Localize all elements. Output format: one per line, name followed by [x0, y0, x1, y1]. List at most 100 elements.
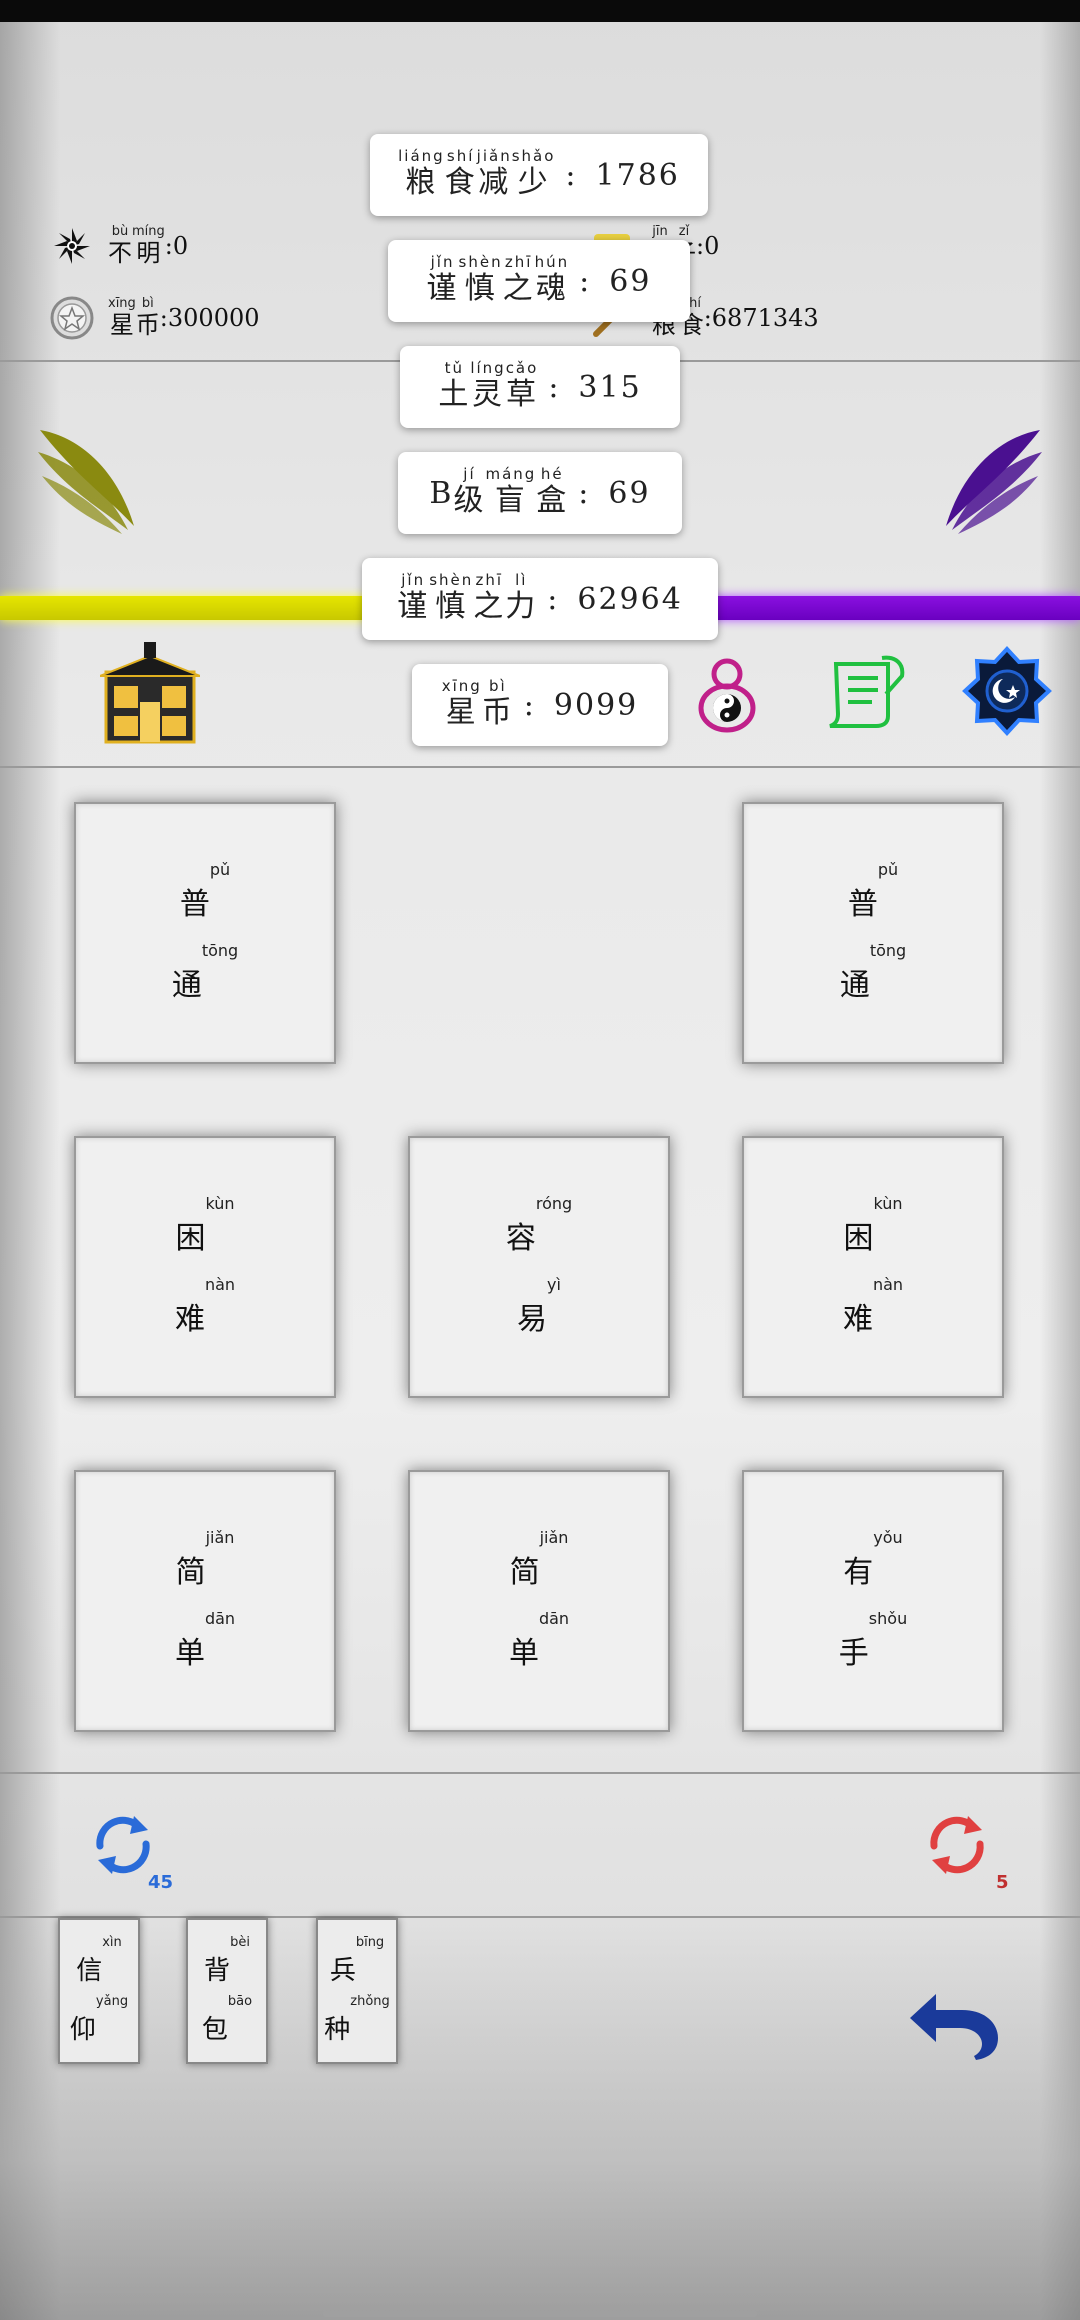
- status-bar: [0, 0, 1080, 22]
- toast-char: 星xīng: [441, 677, 482, 730]
- refresh-blue-button[interactable]: [90, 1812, 156, 1882]
- word-card[interactable]: 普pǔ 通tōng: [74, 802, 336, 1064]
- resource-xingbi-value: :300000: [159, 304, 260, 332]
- toast-colon: :: [565, 157, 578, 193]
- toast-char: 土tǔ: [438, 359, 471, 412]
- toolbar-divider: [0, 766, 1080, 768]
- card-char: 通tōng: [839, 941, 907, 1003]
- resource-liangshi-value: :6871343: [703, 304, 819, 332]
- slot-char: 兵bīng: [329, 1935, 385, 1986]
- toast-colon: :: [547, 581, 560, 617]
- slot-char: 背bèi: [204, 1935, 250, 1986]
- card-char: 普pǔ: [179, 860, 231, 922]
- reward-toast: 谨jǐn 慎shèn 之zhī 力lì:62964: [362, 558, 718, 640]
- card-char: 困kùn: [175, 1194, 235, 1256]
- card-char: 有yǒu: [843, 1528, 903, 1590]
- toast-value: 9099: [553, 687, 639, 723]
- refresh-blue-icon: [96, 1816, 150, 1874]
- card-char: 困kùn: [843, 1194, 903, 1256]
- toast-char: 减jiǎn: [476, 147, 512, 200]
- word-card[interactable]: 有yǒu 手shǒu: [742, 1470, 1004, 1732]
- toast-char: 盒hé: [536, 465, 569, 518]
- star-badge-icon[interactable]: [962, 646, 1052, 736]
- toast-char: 慎shèn: [429, 571, 474, 624]
- slot-char: 仰yǎng: [69, 1994, 129, 2045]
- resource-jinzi-value: :0: [696, 232, 720, 260]
- card-char: 单dān: [508, 1609, 570, 1671]
- toast-char: 谨jǐn: [397, 571, 430, 624]
- card-char: 普pǔ: [847, 860, 899, 922]
- resource-bum-label: 不bù明míng: [108, 223, 165, 268]
- shop-icon[interactable]: [100, 642, 200, 746]
- toast-colon: :: [578, 475, 591, 511]
- toast-value: 315: [578, 369, 642, 405]
- slot-char: 种zhǒng: [324, 1994, 390, 2045]
- toast-char: 级jí: [453, 465, 486, 518]
- slot-char: 信xìn: [76, 1935, 122, 1986]
- resource-bum-value: :0: [164, 232, 189, 260]
- bottom-divider: [0, 1916, 1080, 1918]
- card-char: 单dān: [174, 1609, 236, 1671]
- reward-toast: B 级jí 盲máng 盒hé:69: [398, 452, 682, 534]
- reward-toast: 土tǔ 灵líng 草cǎo:315: [400, 346, 680, 428]
- reward-toast: 星xīng 币bì:9099: [412, 664, 668, 746]
- pinwheel-icon: [54, 228, 90, 264]
- toast-char: 灵líng: [470, 359, 506, 412]
- refresh-blue-count: 45: [148, 1872, 174, 1893]
- toast-prefix: B: [429, 475, 454, 511]
- wing-right-icon[interactable]: [940, 426, 1044, 536]
- reward-toast: 粮liáng 食shí 减jiǎn 少shǎo:1786: [370, 134, 708, 216]
- word-card[interactable]: 困kùn 难nàn: [74, 1136, 336, 1398]
- card-char: 简jiǎn: [509, 1528, 569, 1590]
- empty-card-slot: [408, 802, 666, 1060]
- bottom-menu-slot[interactable]: 兵bīng 种zhǒng: [316, 1918, 398, 2064]
- gourd-icon[interactable]: [694, 652, 760, 734]
- card-char: 通tōng: [171, 941, 239, 1003]
- toast-char: 食shí: [444, 147, 477, 200]
- resource-label-char: 星xīng: [108, 295, 136, 339]
- bottom-menu-slot[interactable]: 背bèi 包bāo: [186, 1918, 268, 2064]
- grid-divider: [0, 1772, 1080, 1774]
- purple-power-bar: [700, 596, 1080, 620]
- toast-char: 谨jǐn: [426, 253, 459, 306]
- word-card[interactable]: 简jiǎn 单dān: [74, 1470, 336, 1732]
- toast-char: 草cǎo: [505, 359, 539, 412]
- back-arrow-icon[interactable]: [906, 1988, 1002, 2062]
- toast-char: 慎shèn: [458, 253, 503, 306]
- toast-char: 币bì: [481, 677, 514, 730]
- star-coin-icon: [50, 296, 94, 340]
- toast-value: 69: [608, 475, 651, 511]
- card-char: 容róng: [505, 1194, 573, 1256]
- resource-xingbi: 星xīng币bì :300000: [50, 296, 260, 340]
- toast-char: 力lì: [505, 571, 538, 624]
- toast-char: 粮liáng: [398, 147, 445, 200]
- resource-xingbi-label: 星xīng币bì: [108, 295, 160, 340]
- bottom-mountain-mist: [0, 1920, 1080, 2320]
- toast-value: 1786: [595, 157, 680, 193]
- toast-value: 69: [609, 263, 652, 299]
- toast-char: 魂hún: [534, 253, 570, 306]
- card-char: 难nàn: [174, 1275, 236, 1337]
- reward-toast: 谨jǐn 慎shèn 之zhī 魂hún:69: [388, 240, 690, 322]
- toast-char: 少shǎo: [511, 147, 556, 200]
- word-card[interactable]: 困kùn 难nàn: [742, 1136, 1004, 1398]
- home-indicator[interactable]: [323, 2311, 757, 2317]
- word-card[interactable]: 普pǔ 通tōng: [742, 802, 1004, 1064]
- toast-colon: :: [579, 263, 592, 299]
- word-card[interactable]: 简jiǎn 单dān: [408, 1470, 670, 1732]
- resource-label-char: 币bì: [135, 295, 160, 339]
- card-char: 难nàn: [842, 1275, 904, 1337]
- slot-char: 包bāo: [201, 1994, 253, 2045]
- toast-char: 盲máng: [485, 465, 537, 518]
- scroll-icon[interactable]: [822, 654, 906, 730]
- word-card[interactable]: 容róng 易yì: [408, 1136, 670, 1398]
- toast-colon: :: [548, 369, 561, 405]
- wing-left-icon[interactable]: [36, 426, 140, 536]
- toast-char: 之zhī: [502, 253, 535, 306]
- refresh-red-button[interactable]: [924, 1812, 990, 1882]
- card-char: 易yì: [517, 1275, 561, 1337]
- bottom-menu-slot[interactable]: 信xìn 仰yǎng: [58, 1918, 140, 2064]
- toast-char: 之zhī: [473, 571, 506, 624]
- resource-label-char: 明míng: [132, 223, 165, 267]
- resource-label-char: 不bù: [108, 223, 132, 267]
